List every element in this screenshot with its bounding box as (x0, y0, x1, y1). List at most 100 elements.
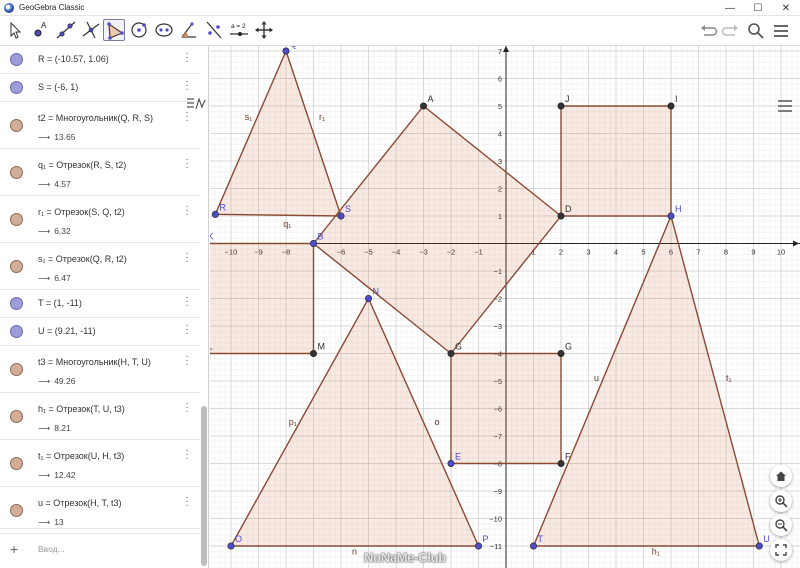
algebra-value: ⟶ 49.26 (38, 376, 75, 387)
visibility-toggle[interactable] (10, 504, 23, 517)
circle-tool-button[interactable] (128, 19, 150, 41)
home-button[interactable] (770, 465, 792, 487)
algebra-expression[interactable]: S = (-6, 1) (38, 82, 78, 92)
maximize-button[interactable]: ☐ (744, 0, 772, 16)
point-Q (282, 47, 290, 55)
x-tick-label: 8 (724, 248, 728, 257)
more-options-icon[interactable]: · · · (184, 108, 190, 126)
visibility-toggle[interactable] (10, 213, 23, 226)
move-graphics-tool-button[interactable] (253, 19, 275, 41)
zoom-out-button[interactable] (770, 514, 792, 536)
more-options-icon[interactable]: · · · (184, 352, 190, 370)
redo-button[interactable] (720, 20, 742, 42)
visibility-toggle[interactable] (10, 297, 23, 310)
graphics-canvas[interactable]: −10 −9 −8 −6 −5 −4 −3 −2 −1 1 2 3 4 5 6 7 8 9 10−11−10−9−8… (210, 46, 800, 568)
algebra-row[interactable]: t2 = Многоугольник(Q, R, S) ⟶ 13.65 · · · (0, 102, 200, 149)
algebra-row[interactable]: U = (9.21, -11) · · · (0, 318, 200, 346)
algebra-expression[interactable]: q₁ = Отрезок(R, S, t2) (38, 160, 126, 170)
point-A (420, 102, 428, 110)
algebra-row[interactable]: R = (-10.57, 1.06) · · · (0, 46, 200, 74)
more-options-icon[interactable]: · · · (184, 202, 190, 220)
more-options-icon[interactable]: · · · (184, 77, 190, 95)
angle-tool-button[interactable] (178, 19, 200, 41)
visibility-toggle[interactable] (10, 363, 23, 376)
algebra-value-text: 13 (54, 517, 64, 527)
move-tool-button[interactable] (4, 19, 26, 41)
more-options-icon[interactable]: · · · (184, 493, 190, 511)
algebra-input-field[interactable]: Ввод... (38, 544, 65, 554)
x-axis-arrow (793, 240, 799, 247)
algebra-style-toggle-icon[interactable] (186, 96, 206, 112)
algebra-expression[interactable]: T = (1, -11) (38, 298, 82, 308)
segment-label: h₁ (652, 546, 660, 556)
point-F (557, 459, 565, 467)
visibility-toggle[interactable] (10, 166, 23, 179)
undo-button[interactable] (697, 20, 719, 42)
visibility-toggle[interactable] (10, 119, 23, 132)
point-tool-button[interactable]: A (30, 19, 52, 41)
segment-label: o (435, 417, 440, 427)
algebra-row[interactable]: S = (-6, 1) · · · (0, 74, 200, 102)
algebra-expression[interactable]: U = (9.21, -11) (38, 326, 96, 336)
more-options-icon[interactable]: · · · (184, 249, 190, 267)
algebra-row[interactable]: h₁ = Отрезок(T, U, t3) ⟶ 8.21 · · · (0, 393, 200, 440)
point-label: E (455, 452, 461, 462)
point-label: K (210, 232, 214, 242)
y-tick-label: −3 (493, 322, 502, 331)
more-options-icon[interactable]: · · · (184, 321, 190, 339)
algebra-row[interactable]: u = Отрезок(H, T, t3) ⟶ 13 · · · (0, 487, 200, 534)
graphics-style-bar-icon[interactable] (776, 98, 794, 114)
ellipse-tool-button[interactable] (153, 19, 175, 41)
segment-label: p₁ (289, 417, 297, 427)
polygon-tool-icon (107, 22, 124, 40)
visibility-toggle[interactable] (10, 260, 23, 273)
point-B (310, 240, 318, 248)
visibility-toggle[interactable] (10, 410, 23, 423)
algebra-row[interactable]: t₁ = Отрезок(U, H, t3) ⟶ 12.42 · · · (0, 440, 200, 487)
search-button[interactable] (745, 20, 767, 42)
line-tool-button[interactable] (55, 19, 77, 41)
visibility-toggle[interactable] (10, 325, 23, 338)
close-button[interactable]: ✕ (772, 0, 800, 16)
point-T (529, 542, 537, 550)
point-label: R (219, 202, 226, 212)
add-input-icon[interactable]: + (10, 541, 18, 557)
algebra-row[interactable]: q₁ = Отрезок(R, S, t2) ⟶ 4.57 · · · (0, 149, 200, 196)
algebra-expression[interactable]: R = (-10.57, 1.06) (38, 54, 109, 64)
more-options-icon[interactable]: · · · (184, 155, 190, 173)
reflect-tool-icon (206, 21, 222, 39)
line-tool-icon (56, 21, 76, 39)
algebra-row[interactable]: r₁ = Отрезок(S, Q, t2) ⟶ 6.32 · · · (0, 196, 200, 243)
y-axis-arrow (503, 46, 509, 52)
algebra-expression[interactable]: h₁ = Отрезок(T, U, t3) (38, 404, 125, 414)
algebra-expression[interactable]: t2 = Многоугольник(Q, R, S) (38, 113, 153, 123)
algebra-expression[interactable]: t₁ = Отрезок(U, H, t3) (38, 451, 124, 461)
more-options-icon[interactable]: · · · (184, 49, 190, 67)
algebra-expression[interactable]: s₁ = Отрезок(Q, R, t2) (38, 254, 127, 264)
main-menu-button[interactable] (770, 20, 792, 42)
minimize-button[interactable]: — (716, 0, 744, 16)
graphics-view[interactable]: −10 −9 −8 −6 −5 −4 −3 −2 −1 1 2 3 4 5 6 7 8 9 10 −11 −10 −9 −8… (210, 46, 800, 568)
polygon-tool-button[interactable] (103, 19, 125, 41)
point-D (557, 212, 565, 220)
zoom-in-button[interactable] (770, 490, 792, 512)
visibility-toggle[interactable] (10, 53, 23, 66)
perpendicular-tool-button[interactable] (80, 19, 102, 41)
algebra-input-row[interactable]: + Ввод... (0, 528, 200, 568)
algebra-row[interactable]: t3 = Многоугольник(H, T, U) ⟶ 49.26 · · · (0, 346, 200, 393)
more-options-icon[interactable]: · · · (184, 446, 190, 464)
algebra-expression[interactable]: t3 = Многоугольник(H, T, U) (38, 357, 151, 367)
visibility-toggle[interactable] (10, 457, 23, 470)
algebra-expression[interactable]: u = Отрезок(H, T, t3) (38, 498, 122, 508)
visibility-toggle[interactable] (10, 81, 23, 94)
algebra-expression[interactable]: r₁ = Отрезок(S, Q, t2) (38, 207, 125, 217)
more-options-icon[interactable]: · · · (184, 293, 190, 311)
algebra-row[interactable]: T = (1, -11) · · · (0, 290, 200, 318)
reflect-tool-button[interactable] (203, 19, 225, 41)
fullscreen-icon (775, 544, 787, 556)
algebra-row[interactable]: s₁ = Отрезок(Q, R, t2) ⟶ 6.47 · · · (0, 243, 200, 290)
fullscreen-button[interactable] (770, 539, 792, 561)
slider-tool-button[interactable]: a = 2 (228, 19, 250, 41)
algebra-scrollbar[interactable] (201, 406, 207, 566)
more-options-icon[interactable]: · · · (184, 399, 190, 417)
